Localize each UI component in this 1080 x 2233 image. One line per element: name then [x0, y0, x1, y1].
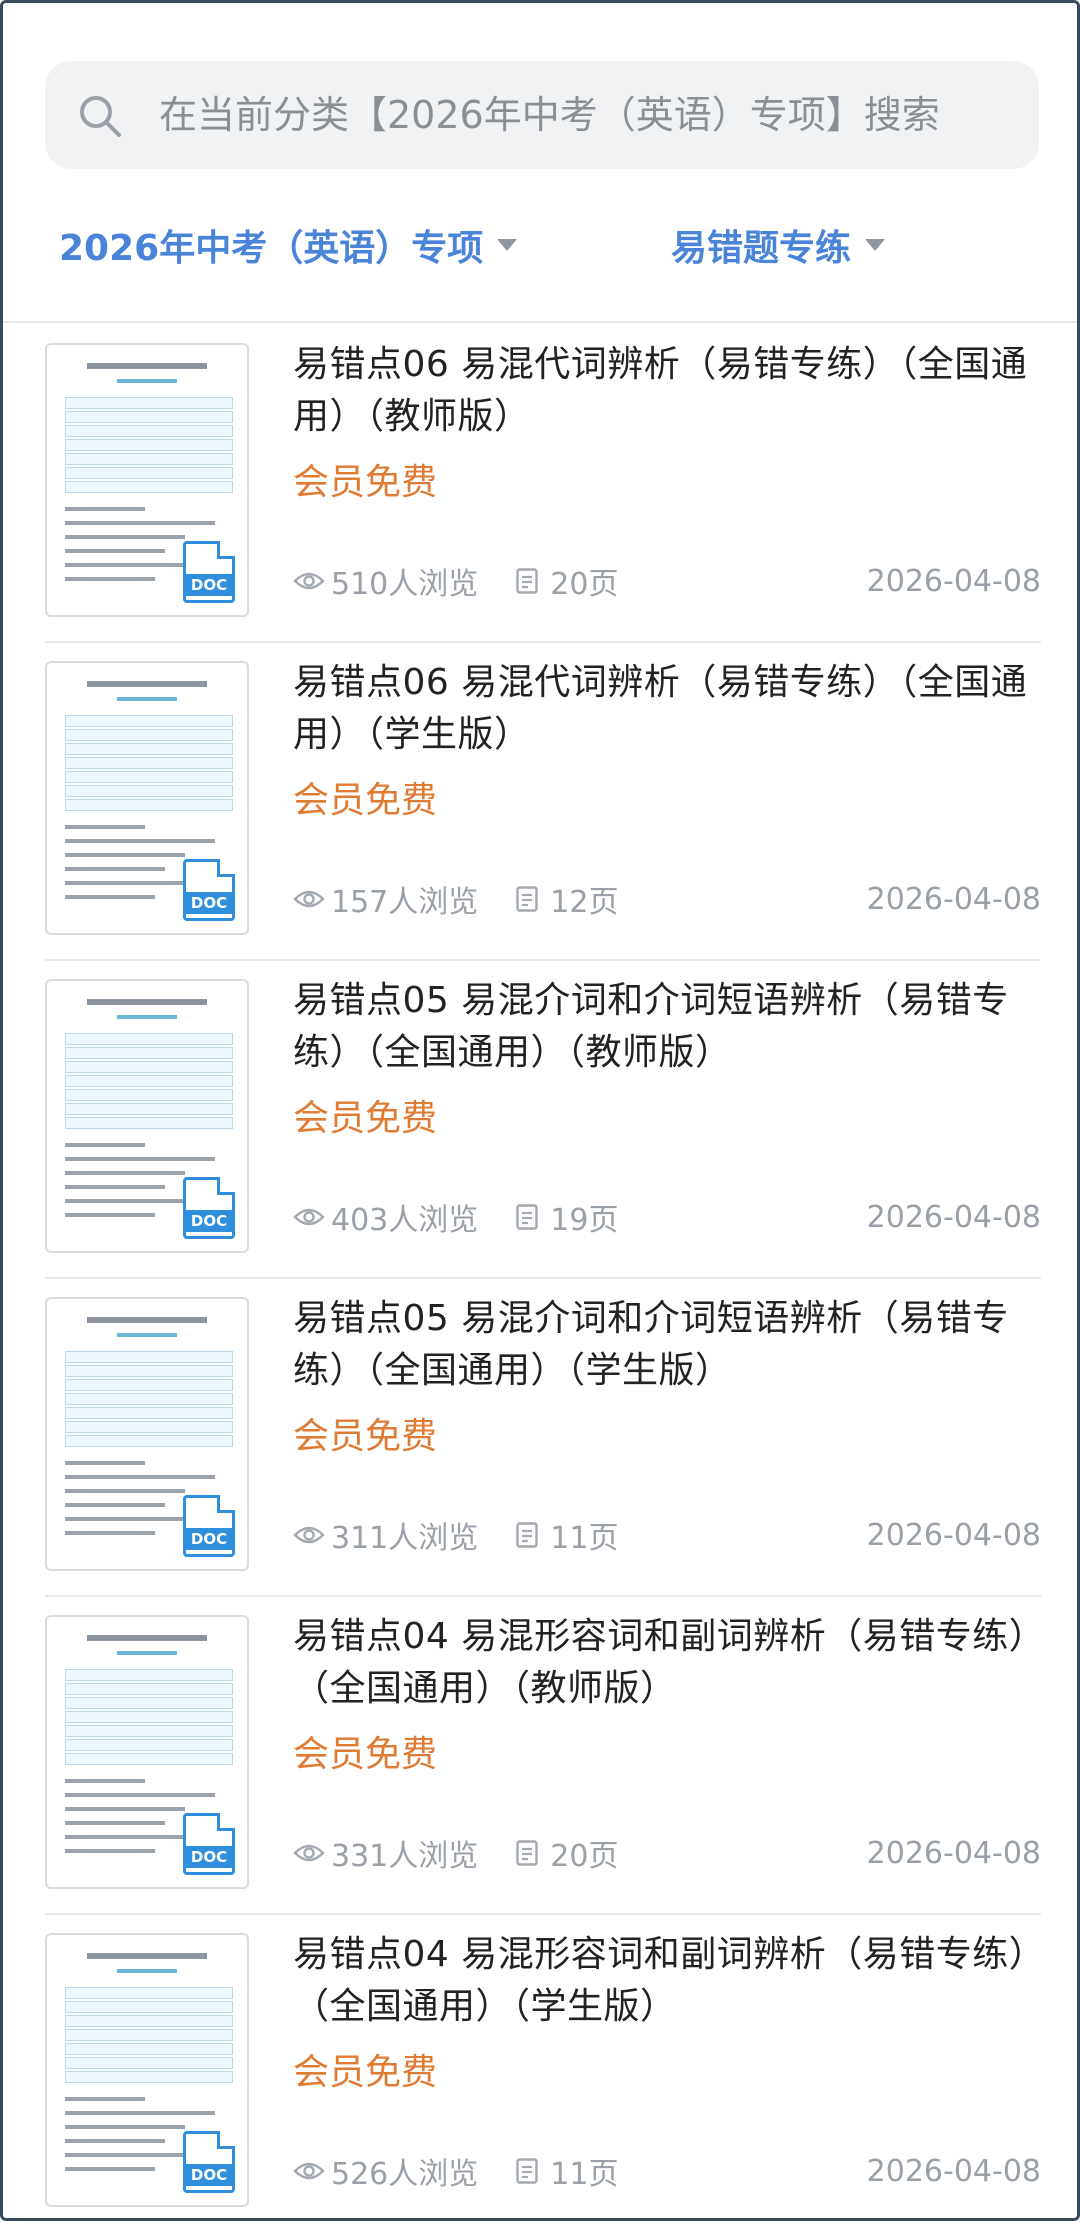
- doc-badge-label: DOC: [183, 2164, 235, 2186]
- doc-file-icon: DOC: [183, 1813, 235, 1875]
- list-item[interactable]: DOC 易错点04 易混形容词和副词辨析（易错专练）（全国通用）（学生版） 会员…: [45, 1915, 1041, 2233]
- document-thumbnail: DOC: [45, 1297, 249, 1571]
- view-count: 526人浏览: [331, 2157, 479, 2192]
- search-bar[interactable]: [45, 61, 1039, 169]
- type-filter-label: 易错题专练: [671, 228, 852, 269]
- app-frame: 2026年中考（英语）专项 易错题专练 DOC: [0, 0, 1080, 2221]
- publish-date: 2026-04-08: [866, 881, 1041, 917]
- document-list: DOC 易错点06 易混代词辨析（易错专练）（全国通用）（教师版） 会员免费 5…: [3, 325, 1077, 2233]
- search-icon: [80, 96, 121, 137]
- page-icon: [516, 886, 538, 912]
- document-thumbnail: DOC: [45, 661, 249, 935]
- member-free-tag: 会员免费: [293, 462, 438, 503]
- doc-file-icon: DOC: [183, 1495, 235, 1557]
- filter-bar: 2026年中考（英语）专项 易错题专练: [3, 203, 1077, 323]
- category-filter[interactable]: 2026年中考（英语）专项: [59, 219, 518, 271]
- document-meta: 311人浏览 11页 2026-04-08: [293, 1513, 1041, 1557]
- document-meta: 526人浏览 11页 2026-04-08: [293, 2149, 1041, 2193]
- doc-file-icon: DOC: [183, 2131, 235, 2193]
- document-thumbnail: DOC: [45, 343, 249, 617]
- doc-file-icon: DOC: [183, 859, 235, 921]
- publish-date: 2026-04-08: [866, 1199, 1041, 1235]
- document-title[interactable]: 易错点04 易混形容词和副词辨析（易错专练）（全国通用）（教师版）: [293, 1611, 1041, 1715]
- document-meta: 157人浏览 12页 2026-04-08: [293, 877, 1041, 921]
- publish-date: 2026-04-08: [866, 563, 1041, 599]
- doc-badge-label: DOC: [183, 1528, 235, 1550]
- list-item[interactable]: DOC 易错点05 易混介词和介词短语辨析（易错专练）（全国通用）（教师版） 会…: [45, 961, 1041, 1279]
- view-count: 311人浏览: [331, 1521, 479, 1556]
- document-meta: 331人浏览 20页 2026-04-08: [293, 1831, 1041, 1875]
- view-count: 510人浏览: [331, 567, 479, 602]
- publish-date: 2026-04-08: [866, 2153, 1041, 2189]
- eye-icon: [293, 2162, 325, 2180]
- page-count: 12页: [550, 885, 619, 920]
- caret-down-icon: [865, 239, 886, 251]
- member-free-tag: 会员免费: [293, 1416, 438, 1457]
- page-count: 20页: [550, 1839, 619, 1874]
- page-icon: [516, 1204, 538, 1230]
- doc-badge-label: DOC: [183, 574, 235, 596]
- member-free-tag: 会员免费: [293, 780, 438, 821]
- list-item[interactable]: DOC 易错点05 易混介词和介词短语辨析（易错专练）（全国通用）（学生版） 会…: [45, 1279, 1041, 1597]
- page-icon: [516, 2158, 538, 2184]
- document-title[interactable]: 易错点04 易混形容词和副词辨析（易错专练）（全国通用）（学生版）: [293, 1929, 1041, 2033]
- doc-file-icon: DOC: [183, 541, 235, 603]
- document-title[interactable]: 易错点06 易混代词辨析（易错专练）（全国通用）（教师版）: [293, 339, 1041, 443]
- doc-badge-label: DOC: [183, 1846, 235, 1868]
- view-count: 403人浏览: [331, 1203, 479, 1238]
- document-title[interactable]: 易错点05 易混介词和介词短语辨析（易错专练）（全国通用）（教师版）: [293, 975, 1041, 1079]
- category-filter-label: 2026年中考（英语）专项: [59, 228, 484, 269]
- member-free-tag: 会员免费: [293, 2052, 438, 2093]
- caret-down-icon: [497, 239, 518, 251]
- page-count: 11页: [550, 1521, 619, 1556]
- member-free-tag: 会员免费: [293, 1734, 438, 1775]
- doc-badge-label: DOC: [183, 892, 235, 914]
- page-icon: [516, 1522, 538, 1548]
- document-meta: 403人浏览 19页 2026-04-08: [293, 1195, 1041, 1239]
- eye-icon: [293, 1526, 325, 1544]
- view-count: 331人浏览: [331, 1839, 479, 1874]
- document-thumbnail: DOC: [45, 1615, 249, 1889]
- doc-badge-label: DOC: [183, 1210, 235, 1232]
- view-count: 157人浏览: [331, 885, 479, 920]
- publish-date: 2026-04-08: [866, 1517, 1041, 1553]
- page-count: 19页: [550, 1203, 619, 1238]
- list-item[interactable]: DOC 易错点04 易混形容词和副词辨析（易错专练）（全国通用）（教师版） 会员…: [45, 1597, 1041, 1915]
- eye-icon: [293, 1208, 325, 1226]
- document-thumbnail: DOC: [45, 1933, 249, 2207]
- eye-icon: [293, 890, 325, 908]
- document-title[interactable]: 易错点05 易混介词和介词短语辨析（易错专练）（全国通用）（学生版）: [293, 1293, 1041, 1397]
- eye-icon: [293, 1844, 325, 1862]
- member-free-tag: 会员免费: [293, 1098, 438, 1139]
- page-count: 20页: [550, 567, 619, 602]
- document-thumbnail: DOC: [45, 979, 249, 1253]
- document-title[interactable]: 易错点06 易混代词辨析（易错专练）（全国通用）（学生版）: [293, 657, 1041, 761]
- eye-icon: [293, 572, 325, 590]
- page-icon: [516, 1840, 538, 1866]
- publish-date: 2026-04-08: [866, 1835, 1041, 1871]
- doc-file-icon: DOC: [183, 1177, 235, 1239]
- list-item[interactable]: DOC 易错点06 易混代词辨析（易错专练）（全国通用）（教师版） 会员免费 5…: [45, 325, 1041, 643]
- page-icon: [516, 568, 538, 594]
- document-meta: 510人浏览 20页 2026-04-08: [293, 559, 1041, 603]
- type-filter[interactable]: 易错题专练: [671, 219, 886, 271]
- page-count: 11页: [550, 2157, 619, 2192]
- list-item[interactable]: DOC 易错点06 易混代词辨析（易错专练）（全国通用）（学生版） 会员免费 1…: [45, 643, 1041, 961]
- search-input[interactable]: [159, 61, 1029, 169]
